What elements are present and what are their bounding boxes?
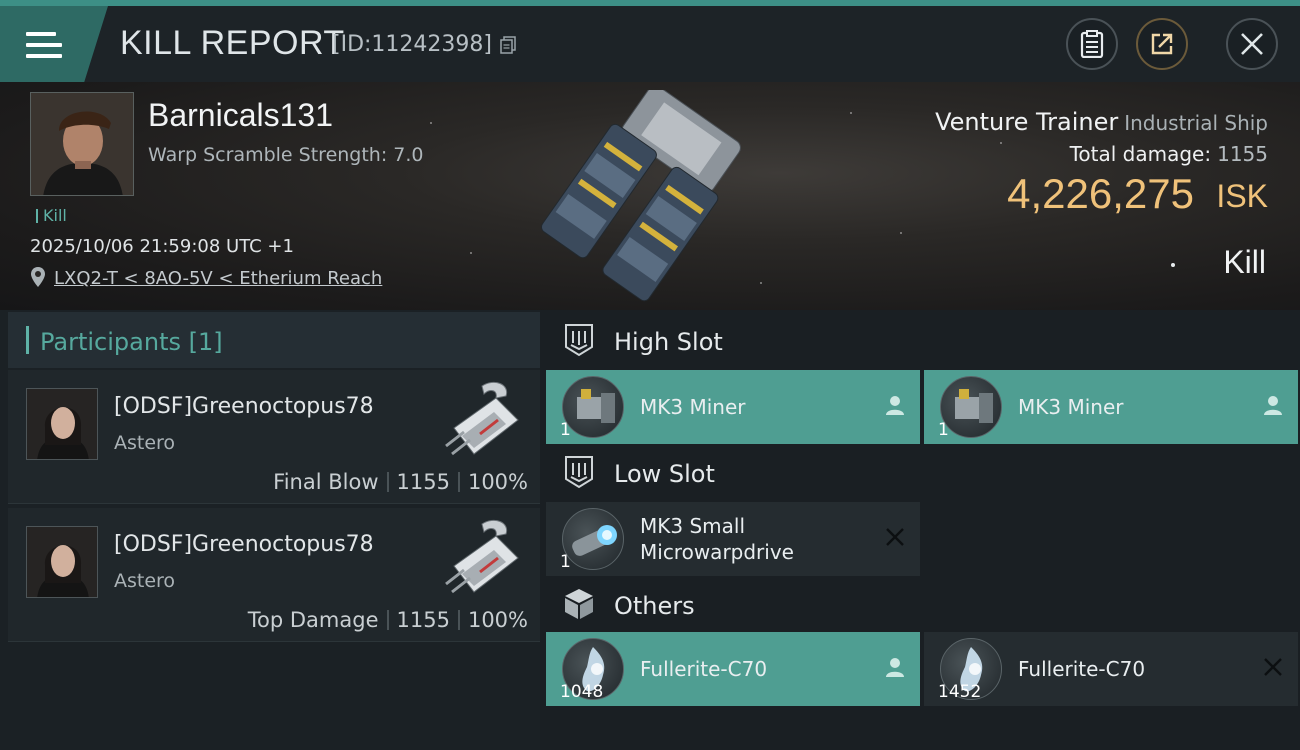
module-slot[interactable]: 1 MK3 Miner	[546, 370, 920, 444]
low-slot-icon	[565, 456, 593, 489]
kill-timestamp: 2025/10/06 21:59:08 UTC +1	[30, 236, 294, 257]
item-quantity: 1048	[560, 682, 604, 702]
close-button[interactable]	[1226, 18, 1278, 70]
participant-ship: Astero	[114, 570, 176, 592]
astero-ship-icon[interactable]	[434, 514, 526, 600]
module-slot[interactable]: 1 MK3 Small Microwarpdrive	[546, 502, 920, 576]
item-name: Fullerite-C70	[640, 657, 768, 681]
participant-stats: Top Damage 1155 100%	[248, 608, 528, 632]
participant-damage: 1155	[396, 470, 450, 494]
cargo-box-icon	[565, 589, 593, 619]
participant-name[interactable]: [ODSF]Greenoctopus78	[114, 394, 374, 419]
mining-laser-icon	[940, 376, 1002, 438]
microwarpdrive-icon	[562, 508, 624, 570]
module-slot[interactable]: 1 MK3 Miner	[924, 370, 1298, 444]
clipboard-icon	[1080, 30, 1104, 58]
participant-avatar[interactable]	[26, 526, 98, 598]
pilot-portrait-icon	[31, 93, 133, 195]
high-slot-icon	[565, 324, 593, 357]
participant-card[interactable]: [ODSF]Greenoctopus78 Astero Final Blow 11…	[8, 370, 540, 504]
dropped-user-icon	[886, 658, 904, 677]
copy-icon[interactable]	[500, 36, 516, 54]
isk-value: 4,226,275	[1007, 170, 1194, 217]
page-title: KILL REPORT	[120, 24, 345, 62]
participants-header-accent	[26, 326, 29, 354]
module-quantity: 1	[938, 420, 949, 440]
item-quantity: 1452	[938, 682, 982, 702]
module-name: MK3 Small Microwarpdrive	[640, 513, 794, 565]
ship-class: Industrial Ship	[1124, 111, 1268, 135]
venture-ship-render-icon[interactable]	[520, 90, 810, 305]
kill-status: Kill	[1223, 244, 1266, 280]
astero-ship-icon[interactable]	[434, 376, 526, 462]
share-icon	[1151, 33, 1173, 55]
participants-title: Participants [1]	[40, 328, 223, 356]
victim-portrait[interactable]	[30, 92, 134, 196]
share-button[interactable]	[1136, 18, 1188, 70]
warp-scramble-strength: Warp Scramble Strength: 7.0	[148, 144, 424, 166]
victim-name[interactable]: Barnicals131	[148, 97, 333, 134]
isk-unit: ISK	[1216, 178, 1268, 214]
participant-ship: Astero	[114, 432, 176, 454]
mining-laser-icon	[562, 376, 624, 438]
module-quantity: 1	[560, 420, 571, 440]
victim-ship[interactable]: Venture Trainer Industrial Ship	[935, 108, 1268, 136]
module-name: MK3 Miner	[640, 395, 746, 419]
status-dot	[1171, 263, 1175, 267]
pilot-portrait-icon	[27, 389, 97, 459]
destroyed-x-icon	[886, 528, 904, 546]
hamburger-menu-icon[interactable]	[26, 32, 62, 62]
ship-name: Venture Trainer	[935, 108, 1119, 136]
participant-percent: 100%	[467, 608, 528, 632]
participant-stats: Final Blow 1155 100%	[273, 470, 528, 494]
participant-damage: 1155	[396, 608, 450, 632]
location-pin-icon	[31, 267, 45, 287]
participant-role: Final Blow	[273, 470, 379, 494]
pilot-portrait-icon	[27, 527, 97, 597]
participant-card[interactable]: [ODSF]Greenoctopus78 Astero Top Damage 11…	[8, 508, 540, 642]
kill-tag: Kill	[36, 206, 67, 225]
low-slot-title: Low Slot	[614, 460, 715, 488]
others-title: Others	[614, 592, 695, 620]
cargo-slot[interactable]: 1048 Fullerite-C70	[546, 632, 920, 706]
module-name-line2: Microwarpdrive	[640, 540, 794, 564]
destroyed-x-icon	[1264, 658, 1282, 676]
participant-role: Top Damage	[247, 608, 379, 632]
participant-name[interactable]: [ODSF]Greenoctopus78	[114, 532, 374, 557]
module-quantity: 1	[560, 552, 571, 572]
module-name: MK3 Miner	[1018, 395, 1124, 419]
report-id: [ID:11242398]	[332, 32, 492, 57]
participant-percent: 100%	[467, 470, 528, 494]
clipboard-button[interactable]	[1066, 18, 1118, 70]
location-link[interactable]: LXQ2-T < 8AO-5V < Etherium Reach	[54, 268, 382, 289]
total-damage: Total damage: 1155	[1070, 142, 1268, 166]
total-damage-label: Total damage:	[1069, 142, 1212, 166]
dropped-user-icon	[1264, 396, 1282, 415]
cargo-slot[interactable]: 1452 Fullerite-C70	[924, 632, 1298, 706]
high-slot-title: High Slot	[614, 328, 723, 356]
total-damage-value: 1155	[1217, 142, 1268, 166]
item-name: Fullerite-C70	[1018, 657, 1146, 681]
module-name-line1: MK3 Small	[640, 514, 745, 538]
close-icon	[1241, 33, 1263, 55]
dropped-user-icon	[886, 396, 904, 415]
participant-avatar[interactable]	[26, 388, 98, 460]
